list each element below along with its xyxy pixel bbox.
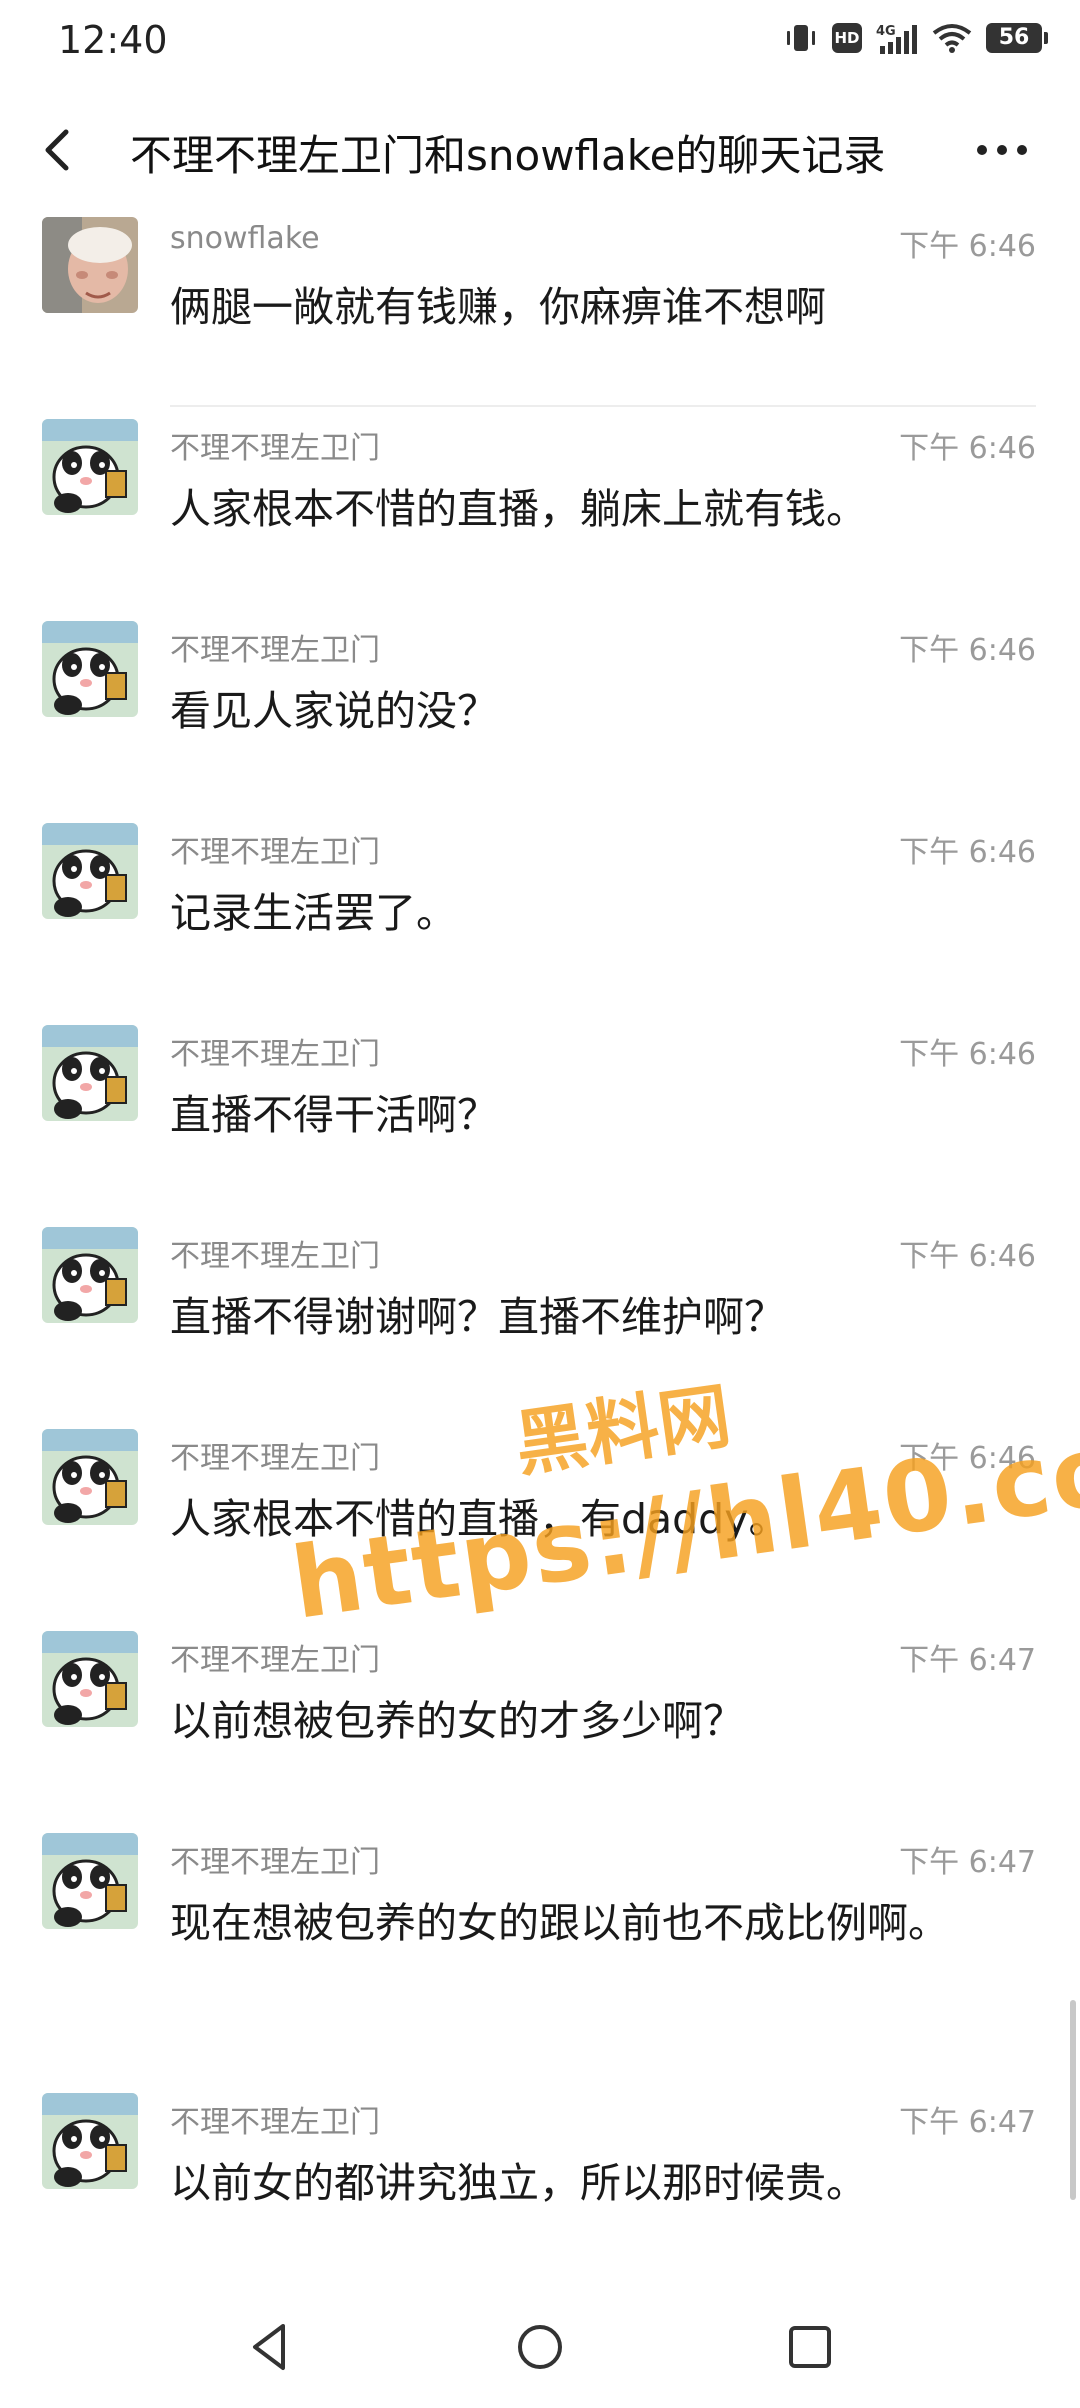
wifi-icon bbox=[932, 24, 972, 53]
message-text: 看见人家说的没？ bbox=[170, 687, 498, 735]
triangle-back-icon[interactable] bbox=[235, 2312, 305, 2382]
message-item[interactable]: 不理不理左卫门 下午 6:46 看见人家说的没？ bbox=[0, 609, 1060, 811]
message-list[interactable]: snowflake 下午 6:46 俩腿一敞就有钱赚，你麻痹谁不想啊 不理不理左… bbox=[0, 205, 1060, 2283]
message-text: 人家根本不惜的直播，有daddy。 bbox=[170, 1495, 790, 1543]
avatar[interactable] bbox=[42, 1429, 138, 1525]
navigation-bar bbox=[0, 2288, 1080, 2408]
scrollbar[interactable] bbox=[1070, 2000, 1076, 2200]
sender-name: 不理不理左卫门 bbox=[170, 1037, 380, 1072]
avatar[interactable] bbox=[42, 2093, 138, 2189]
title-bar: 不理不理左卫门和snowflake的聊天记录 bbox=[0, 100, 1080, 200]
message-time: 下午 6:46 bbox=[899, 633, 1036, 668]
avatar[interactable] bbox=[42, 217, 138, 313]
avatar[interactable] bbox=[42, 1025, 138, 1121]
message-item[interactable]: 不理不理左卫门 下午 6:47 以前想被包养的女的才多少啊？ bbox=[0, 1619, 1060, 1821]
sender-name: 不理不理左卫门 bbox=[170, 835, 380, 870]
message-item[interactable]: 不理不理左卫门 下午 6:47 现在想被包养的女的跟以前也不成比例啊。 bbox=[0, 1821, 1060, 2081]
message-item[interactable]: 不理不理左卫门 下午 6:46 记录生活罢了。 bbox=[0, 811, 1060, 1013]
message-item[interactable]: 不理不理左卫门 下午 6:46 人家根本不惜的直播，有daddy。 bbox=[0, 1417, 1060, 1619]
message-time: 下午 6:47 bbox=[899, 2105, 1036, 2140]
battery-level: 56 bbox=[998, 25, 1030, 50]
square-recent-icon[interactable] bbox=[775, 2312, 845, 2382]
message-text: 俩腿一敞就有钱赚，你麻痹谁不想啊 bbox=[170, 283, 826, 331]
message-text: 以前女的都讲究独立，所以那时候贵。 bbox=[170, 2159, 867, 2207]
battery-icon: 56 bbox=[986, 23, 1048, 53]
message-time: 下午 6:47 bbox=[899, 1845, 1036, 1880]
message-text: 直播不得谢谢啊？直播不维护啊？ bbox=[170, 1293, 785, 1341]
message-text: 直播不得干活啊？ bbox=[170, 1091, 498, 1139]
sender-name: 不理不理左卫门 bbox=[170, 1643, 380, 1678]
sender-name: 不理不理左卫门 bbox=[170, 2105, 380, 2140]
message-time: 下午 6:46 bbox=[899, 431, 1036, 466]
page-title: 不理不理左卫门和snowflake的聊天记录 bbox=[130, 131, 886, 180]
more-dots-icon[interactable] bbox=[972, 130, 1032, 170]
chevron-left-icon[interactable] bbox=[32, 122, 88, 178]
hd-icon: HD bbox=[832, 23, 862, 53]
message-item[interactable]: 不理不理左卫门 下午 6:46 直播不得谢谢啊？直播不维护啊？ bbox=[0, 1215, 1060, 1417]
message-item[interactable]: snowflake 下午 6:46 俩腿一敞就有钱赚，你麻痹谁不想啊 bbox=[0, 205, 1060, 407]
sender-name: 不理不理左卫门 bbox=[170, 633, 380, 668]
message-item[interactable]: 不理不理左卫门 下午 6:46 人家根本不惜的直播，躺床上就有钱。 bbox=[0, 407, 1060, 609]
signal-icon: 4G bbox=[876, 24, 917, 54]
message-time: 下午 6:46 bbox=[899, 835, 1036, 870]
status-time: 12:40 bbox=[58, 18, 168, 62]
avatar[interactable] bbox=[42, 1631, 138, 1727]
message-text: 以前想被包养的女的才多少啊？ bbox=[170, 1697, 744, 1745]
avatar[interactable] bbox=[42, 1833, 138, 1929]
message-time: 下午 6:46 bbox=[899, 1037, 1036, 1072]
message-time: 下午 6:47 bbox=[899, 1643, 1036, 1678]
sender-name: 不理不理左卫门 bbox=[170, 431, 380, 466]
message-item[interactable]: 不理不理左卫门 下午 6:47 以前女的都讲究独立，所以那时候贵。 bbox=[0, 2081, 1060, 2283]
signal-label: 4G bbox=[876, 24, 896, 39]
message-time: 下午 6:46 bbox=[899, 1441, 1036, 1476]
status-icons: HD 4G 56 bbox=[784, 22, 1048, 54]
sender-name: 不理不理左卫门 bbox=[170, 1239, 380, 1274]
message-time: 下午 6:46 bbox=[899, 1239, 1036, 1274]
message-time: 下午 6:46 bbox=[899, 229, 1036, 264]
sender-name: 不理不理左卫门 bbox=[170, 1845, 380, 1880]
status-bar: 12:40 HD 4G 56 bbox=[0, 0, 1080, 80]
message-text: 记录生活罢了。 bbox=[170, 889, 457, 937]
avatar[interactable] bbox=[42, 823, 138, 919]
message-item[interactable]: 不理不理左卫门 下午 6:46 直播不得干活啊？ bbox=[0, 1013, 1060, 1215]
vibrate-icon bbox=[787, 25, 815, 51]
avatar[interactable] bbox=[42, 621, 138, 717]
avatar[interactable] bbox=[42, 419, 138, 515]
avatar[interactable] bbox=[42, 1227, 138, 1323]
sender-name: 不理不理左卫门 bbox=[170, 1441, 380, 1476]
message-text: 现在想被包养的女的跟以前也不成比例啊。 bbox=[170, 1899, 949, 1947]
sender-name: snowflake bbox=[170, 221, 320, 256]
circle-home-icon[interactable] bbox=[505, 2312, 575, 2382]
message-text: 人家根本不惜的直播，躺床上就有钱。 bbox=[170, 485, 867, 533]
